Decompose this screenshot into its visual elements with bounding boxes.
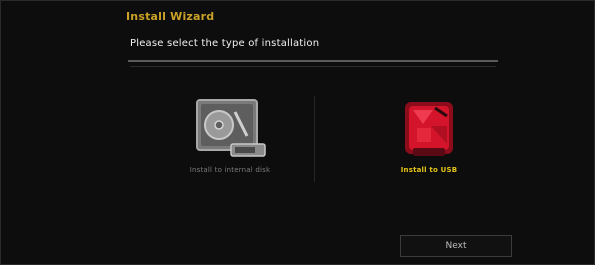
hard-disk-icon <box>196 99 266 157</box>
usb-drive-icon <box>405 102 453 156</box>
options-separator <box>314 96 315 182</box>
wizard-title: Install Wizard <box>126 10 215 23</box>
option-internal-disk[interactable]: Install to internal disk <box>160 98 300 174</box>
option-usb-label: Install to USB <box>400 166 458 174</box>
progress-divider <box>128 60 498 62</box>
wizard-subtitle: Please select the type of installation <box>130 38 320 49</box>
option-usb[interactable]: Install to USB <box>364 98 494 174</box>
next-button[interactable]: Next <box>400 235 512 257</box>
option-internal-disk-label: Install to internal disk <box>189 166 271 174</box>
divider-line <box>130 66 496 67</box>
